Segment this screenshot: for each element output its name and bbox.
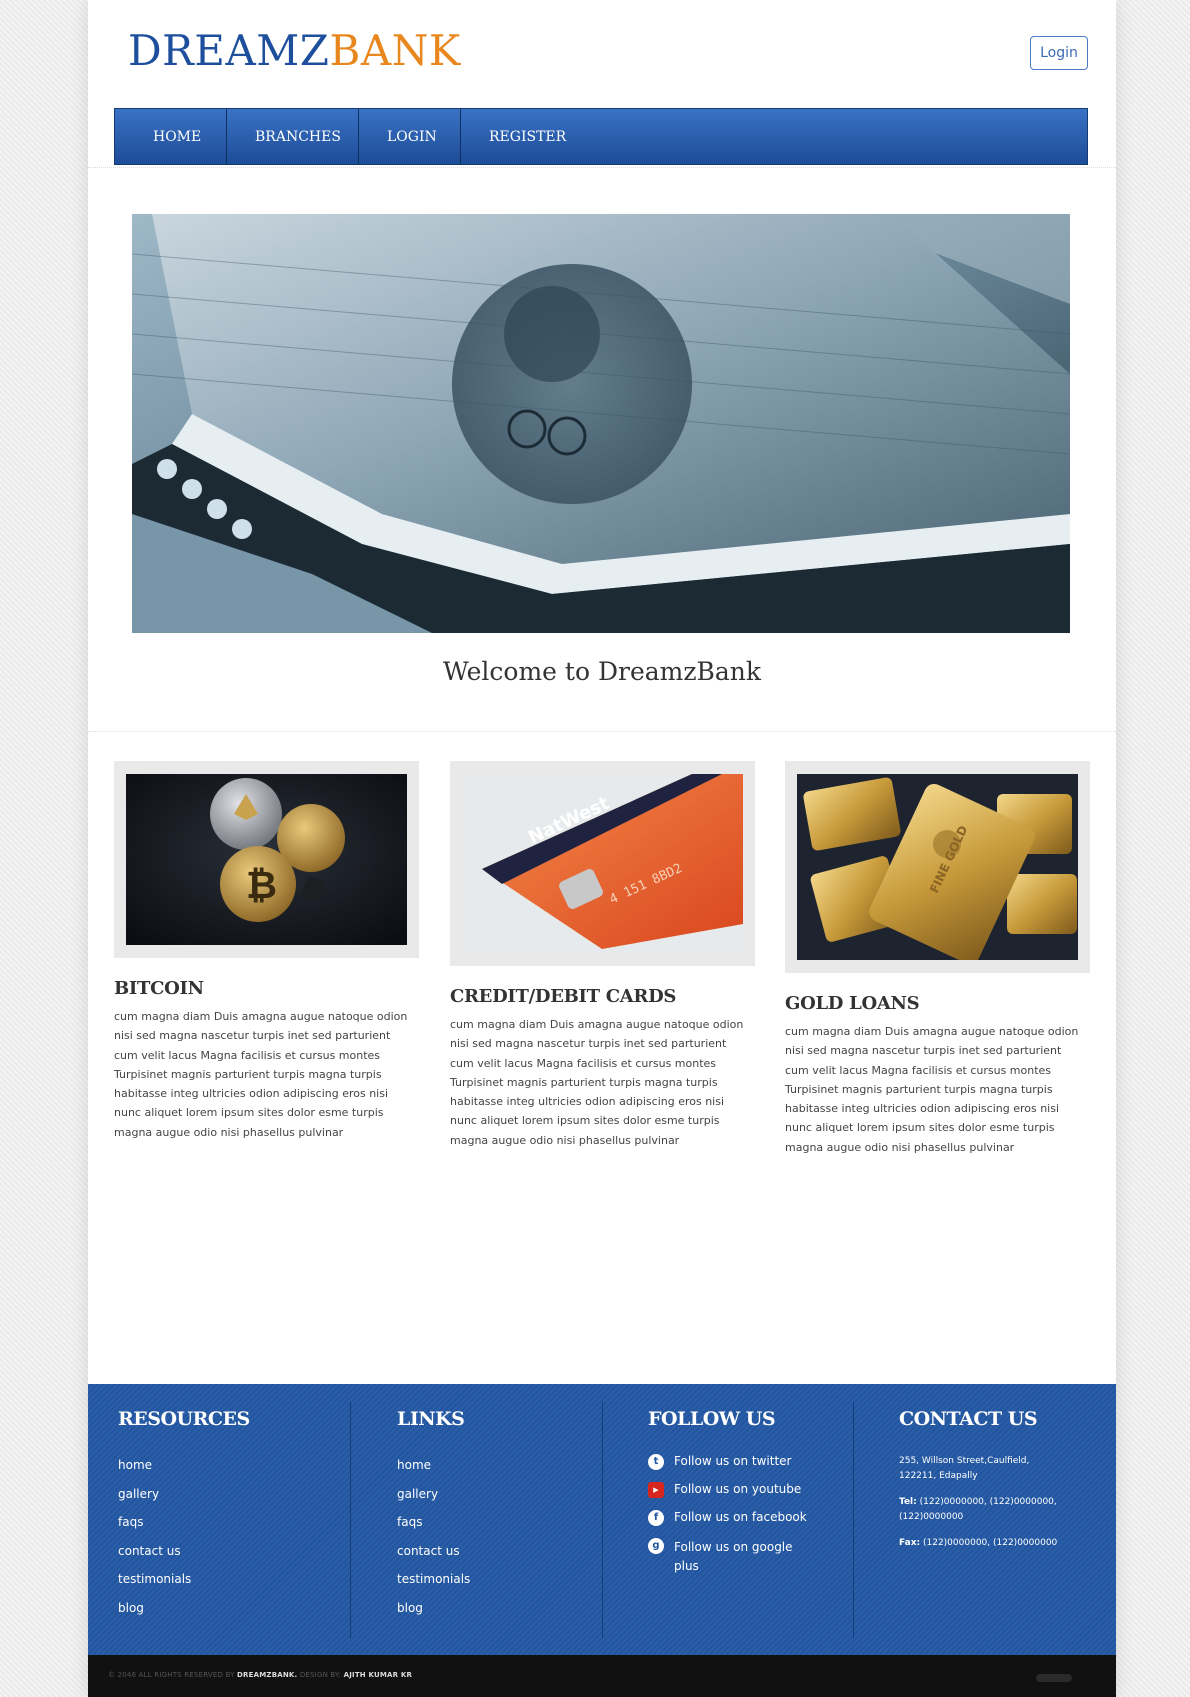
footer-resources-title: RESOURCES bbox=[118, 1408, 250, 1430]
twitter-icon: t bbox=[648, 1454, 664, 1470]
credit-card-image: NatWest 4 151 8BD2 bbox=[462, 774, 743, 953]
follow-facebook-link[interactable]: Follow us on facebook bbox=[674, 1510, 807, 1524]
contact-tel: Tel: (122)0000000, (122)0000000, (122)00… bbox=[899, 1495, 1069, 1525]
bitcoin-image: ₿ bbox=[126, 774, 407, 945]
footer-column-divider bbox=[602, 1402, 603, 1638]
logo-part-bank: BANK bbox=[329, 26, 461, 75]
footer-resources: RESOURCES home gallery faqs contact us t… bbox=[118, 1384, 250, 1625]
card-title: CREDIT/DEBIT CARDS bbox=[450, 986, 677, 1007]
card-title: GOLD LOANS bbox=[785, 993, 920, 1014]
follow-youtube-link[interactable]: Follow us on youtube bbox=[674, 1482, 801, 1496]
footer-resources-link-blog[interactable]: blog bbox=[118, 1601, 144, 1615]
logo-part-dreamz: DREAMZ bbox=[128, 26, 330, 75]
hero-banknote-image bbox=[132, 214, 1070, 633]
footer-links-link-home[interactable]: home bbox=[397, 1458, 431, 1472]
google-plus-icon: g bbox=[648, 1538, 664, 1554]
footer-links-link-testimonials[interactable]: testimonials bbox=[397, 1572, 470, 1586]
nav-login[interactable]: LOGIN bbox=[359, 109, 461, 164]
scroll-to-top-handle[interactable] bbox=[1036, 1674, 1072, 1682]
footer-contact-title: CONTACT US bbox=[899, 1408, 1038, 1430]
copyright-prefix: © 2046 ALL RIGHTS RESERVED BY bbox=[108, 1671, 235, 1679]
copyright-designer: AJITH KUMAR KR bbox=[343, 1671, 413, 1679]
follow-twitter-link[interactable]: Follow us on twitter bbox=[674, 1454, 791, 1468]
gold-bars-image: FINE GOLD bbox=[797, 774, 1078, 960]
nav-register[interactable]: REGISTER bbox=[461, 109, 594, 164]
contact-tel-value: (122)0000000, (122)0000000, (122)0000000 bbox=[899, 1497, 1057, 1522]
card-title: BITCOIN bbox=[114, 978, 204, 999]
footer-resources-link-home[interactable]: home bbox=[118, 1458, 152, 1472]
page: DREAMZBANK Login HOME BRANCHES LOGIN REG… bbox=[88, 0, 1116, 1697]
site-logo[interactable]: DREAMZBANK bbox=[128, 26, 461, 75]
divider bbox=[88, 731, 1116, 732]
svg-text:₿: ₿ bbox=[246, 863, 277, 907]
footer-links-title: LINKS bbox=[397, 1408, 465, 1430]
footer-column-divider bbox=[853, 1402, 854, 1638]
card-bitcoin: ₿ BITCOIN cum magna diam Duis amagna aug… bbox=[114, 761, 419, 1142]
footer-contact: CONTACT US 255, Willson Street,Caulfield… bbox=[899, 1384, 1069, 1562]
card-credit-debit: NatWest 4 151 8BD2 CREDIT/DEBIT CARDS cu… bbox=[450, 761, 755, 1150]
card-text: cum magna diam Duis amagna augue natoque… bbox=[450, 1018, 744, 1147]
card-text: cum magna diam Duis amagna augue natoque… bbox=[785, 1025, 1079, 1154]
nav-branches[interactable]: BRANCHES bbox=[227, 109, 359, 164]
card-text: cum magna diam Duis amagna augue natoque… bbox=[114, 1010, 408, 1139]
footer-links: LINKS home gallery faqs contact us testi… bbox=[397, 1384, 470, 1625]
footer-follow-title: FOLLOW US bbox=[648, 1408, 776, 1430]
footer-links-link-blog[interactable]: blog bbox=[397, 1601, 423, 1615]
footer-resources-link-gallery[interactable]: gallery bbox=[118, 1487, 159, 1501]
card-gold-loans: FINE GOLD GOLD LOANS cum magna diam Duis… bbox=[785, 761, 1090, 1157]
contact-address: 255, Willson Street,Caulfield, 122211, E… bbox=[899, 1456, 1030, 1481]
contact-fax-label: Fax: bbox=[899, 1538, 921, 1548]
login-button[interactable]: Login bbox=[1030, 36, 1088, 70]
divider bbox=[88, 167, 1116, 168]
footer-links-link-gallery[interactable]: gallery bbox=[397, 1487, 438, 1501]
footer-resources-link-testimonials[interactable]: testimonials bbox=[118, 1572, 191, 1586]
main-nav: HOME BRANCHES LOGIN REGISTER bbox=[114, 108, 1088, 165]
facebook-icon: f bbox=[648, 1510, 664, 1526]
card-image-frame: NatWest 4 151 8BD2 bbox=[450, 761, 755, 966]
contact-fax: Fax: (122)0000000, (122)0000000 bbox=[899, 1536, 1069, 1551]
contact-fax-value: (122)0000000, (122)0000000 bbox=[922, 1538, 1058, 1548]
copyright-text: © 2046 ALL RIGHTS RESERVED BY DREAMZBANK… bbox=[108, 1671, 412, 1679]
footer-column-divider bbox=[350, 1402, 351, 1638]
welcome-heading: Welcome to DreamzBank bbox=[442, 657, 762, 686]
card-image-frame: ₿ bbox=[114, 761, 419, 958]
copyright-design-by: DESIGN BY: bbox=[299, 1671, 342, 1679]
card-image-frame: FINE GOLD bbox=[785, 761, 1090, 973]
footer-links-link-faqs[interactable]: faqs bbox=[397, 1515, 422, 1529]
copyright-bar: © 2046 ALL RIGHTS RESERVED BY DREAMZBANK… bbox=[88, 1655, 1116, 1697]
youtube-icon: ▶ bbox=[648, 1482, 664, 1498]
nav-home[interactable]: HOME bbox=[115, 109, 227, 164]
follow-google-plus-link[interactable]: Follow us on google plus bbox=[674, 1538, 798, 1576]
footer-resources-link-contact[interactable]: contact us bbox=[118, 1544, 181, 1558]
footer-follow: FOLLOW US t Follow us on twitter ▶ Follow … bbox=[648, 1384, 848, 1588]
footer: RESOURCES home gallery faqs contact us t… bbox=[88, 1384, 1116, 1655]
copyright-brand: DREAMZBANK. bbox=[237, 1671, 298, 1679]
footer-resources-link-faqs[interactable]: faqs bbox=[118, 1515, 143, 1529]
footer-links-link-contact[interactable]: contact us bbox=[397, 1544, 460, 1558]
contact-tel-label: Tel: bbox=[899, 1497, 917, 1507]
